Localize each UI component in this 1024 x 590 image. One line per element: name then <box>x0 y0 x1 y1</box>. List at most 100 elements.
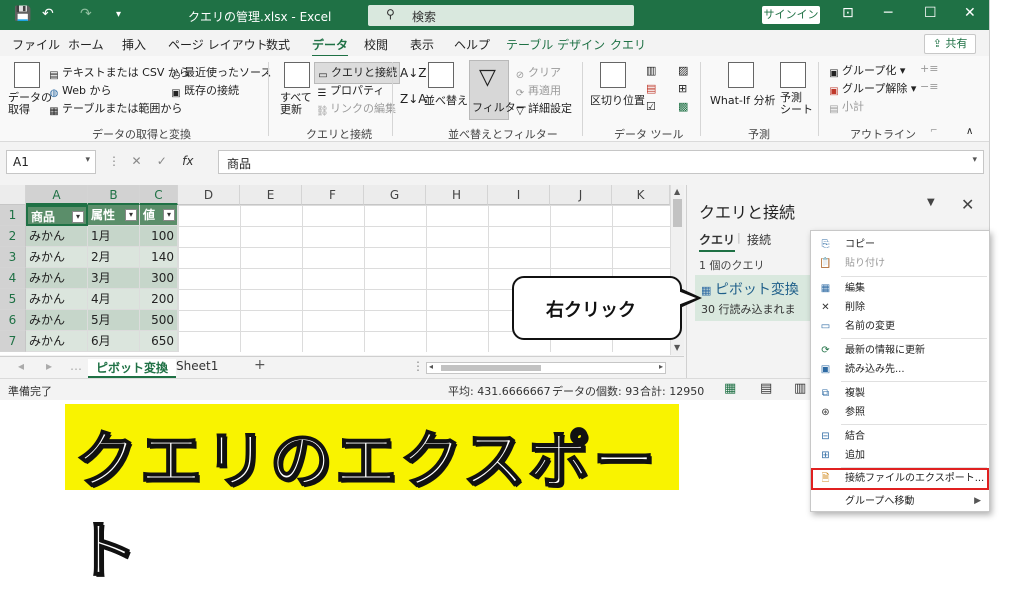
tab-formulas[interactable]: 数式 <box>266 36 290 53</box>
web-button[interactable]: ◍ Web から <box>48 82 112 100</box>
edit-links-button[interactable]: ⛓リンクの編集 <box>316 100 396 118</box>
scroll-right-icon[interactable]: ▸ <box>659 362 663 371</box>
tab-view[interactable]: 表示 <box>410 36 434 53</box>
tab-review[interactable]: 校閲 <box>364 36 388 53</box>
table-header-cell[interactable]: 商品 ▾ <box>26 205 88 226</box>
filter-button[interactable]: ▽ フィルター <box>469 60 527 120</box>
close-icon[interactable]: ✕ <box>964 5 976 21</box>
sort-desc-icon[interactable]: Z↓A <box>400 92 426 106</box>
menu-item-export-connection[interactable]: 🗎 接続ファイルのエクスポート... <box>811 468 989 490</box>
data-model-icon[interactable]: ▩ <box>678 100 688 113</box>
get-data-icon[interactable] <box>14 62 40 88</box>
menu-item-append[interactable]: ⊞ 追加 <box>811 446 989 465</box>
column-header[interactable]: C <box>140 185 178 205</box>
menu-item-rename[interactable]: ▭ 名前の変更 <box>811 317 989 336</box>
filter-dropdown-icon[interactable]: ▾ <box>125 209 137 221</box>
tab-insert[interactable]: 挿入 <box>122 36 146 53</box>
status-count[interactable]: データの個数: 93 <box>552 383 639 399</box>
expand-formula-icon[interactable]: ▾ <box>972 155 977 165</box>
scroll-up-icon[interactable]: ▲ <box>674 187 680 196</box>
menu-item-copy[interactable]: ⎘ コピー <box>811 235 989 254</box>
status-average[interactable]: 平均: 431.6666667 <box>448 383 551 399</box>
whatif-icon[interactable] <box>728 62 754 88</box>
table-cell[interactable]: 1月 <box>88 226 140 247</box>
menu-item-paste[interactable]: 📋 貼り付け <box>811 254 989 273</box>
menu-item-edit[interactable]: ▦ 編集 <box>811 279 989 298</box>
relationships-icon[interactable]: ⊞ <box>678 82 687 95</box>
data-validation-icon[interactable]: ☑ <box>646 100 656 113</box>
pane-tab-queries[interactable]: クエリ <box>699 231 736 252</box>
name-box[interactable]: A1 ▾ <box>6 150 96 174</box>
table-cell[interactable]: 4月 <box>88 289 140 310</box>
collapse-ribbon-icon[interactable]: ∧ <box>966 126 973 137</box>
scroll-left-icon[interactable]: ◂ <box>429 362 433 371</box>
table-cell[interactable]: 100 <box>140 226 178 247</box>
status-sum[interactable]: 合計: 12950 <box>640 383 704 399</box>
consolidate-icon[interactable]: ▨ <box>678 64 688 77</box>
get-data-button[interactable]: データの 取得 <box>8 92 52 116</box>
chevron-down-icon[interactable]: ▾ <box>85 155 90 165</box>
select-all-corner[interactable] <box>0 185 26 205</box>
signin-button[interactable]: サインイン <box>762 6 820 24</box>
hide-detail-icon[interactable]: −≡ <box>920 80 938 93</box>
enter-icon[interactable]: ✓ <box>157 154 167 168</box>
existing-connections-button[interactable]: ▣ 既存の接続 <box>170 82 239 100</box>
ungroup-button[interactable]: ▣ グループ解除 ▾ <box>828 80 916 98</box>
ribbon-display-icon[interactable]: ⊡ <box>842 5 854 21</box>
text-csv-button[interactable]: ▤ テキストまたは CSV から <box>48 64 190 82</box>
column-header[interactable]: H <box>426 185 488 205</box>
menu-item-delete[interactable]: ✕ 削除 <box>811 298 989 317</box>
horizontal-scrollbar[interactable]: ◂ ▸ <box>426 362 666 374</box>
table-cell[interactable]: 300 <box>140 268 178 289</box>
row-header[interactable]: 1 <box>0 205 26 226</box>
page-layout-view-icon[interactable]: ▤ <box>760 381 772 396</box>
tab-query[interactable]: クエリ <box>610 36 646 53</box>
row-header[interactable]: 2 <box>0 226 26 247</box>
table-cell[interactable]: 200 <box>140 289 178 310</box>
next-sheet-icon[interactable]: ▸ <box>46 359 52 373</box>
table-cell[interactable]: みかん <box>26 289 88 310</box>
undo-icon[interactable]: ↶ <box>42 6 54 22</box>
sort-button[interactable]: 並べ替え <box>424 92 468 108</box>
table-cell[interactable]: 3月 <box>88 268 140 289</box>
row-header[interactable]: 4 <box>0 268 26 289</box>
text-to-columns-icon[interactable] <box>600 62 626 88</box>
menu-item-merge[interactable]: ⊟ 結合 <box>811 427 989 446</box>
pane-close-icon[interactable]: ✕ <box>961 195 974 214</box>
flash-fill-icon[interactable]: ▥ <box>646 64 656 77</box>
tab-table-design[interactable]: テーブル デザイン <box>506 36 605 53</box>
formula-input[interactable]: 商品 ▾ <box>218 150 984 174</box>
add-sheet-button[interactable]: + <box>254 357 266 373</box>
column-header[interactable]: D <box>178 185 240 205</box>
clear-button[interactable]: ⊘ クリア <box>514 64 561 82</box>
table-cell[interactable]: 5月 <box>88 310 140 331</box>
menu-item-reference[interactable]: ⊛ 参照 <box>811 403 989 422</box>
scroll-down-icon[interactable]: ▼ <box>674 343 680 352</box>
forecast-icon[interactable] <box>780 62 806 88</box>
scroll-thumb[interactable] <box>673 199 682 227</box>
column-header[interactable]: E <box>240 185 302 205</box>
filter-dropdown-icon[interactable]: ▾ <box>163 209 175 221</box>
column-header[interactable]: G <box>364 185 426 205</box>
share-button[interactable]: ⇪ 共有 <box>924 34 976 54</box>
column-header[interactable]: B <box>88 185 140 205</box>
save-icon[interactable]: 💾 <box>14 6 31 22</box>
refresh-all-icon[interactable] <box>284 62 310 88</box>
subtotal-button[interactable]: ▤ 小計 <box>828 98 864 116</box>
properties-button[interactable]: ☰ プロパティ <box>316 82 385 100</box>
table-cell[interactable]: みかん <box>26 310 88 331</box>
pane-tab-connections[interactable]: 接続 <box>747 231 771 248</box>
tab-data[interactable]: データ <box>312 36 349 57</box>
row-header[interactable]: 3 <box>0 247 26 268</box>
insert-function-icon[interactable]: fx <box>182 154 193 168</box>
reapply-button[interactable]: ⟳ 再適用 <box>514 82 561 100</box>
tab-split-handle[interactable]: ⋮ <box>412 359 424 373</box>
prev-sheet-icon[interactable]: ◂ <box>18 359 24 373</box>
recent-sources-button[interactable]: ◷ 最近使ったソース <box>170 64 272 82</box>
column-header[interactable]: J <box>550 185 612 205</box>
menu-item-duplicate[interactable]: ⧉ 複製 <box>811 384 989 403</box>
normal-view-icon[interactable]: ▦ <box>724 381 736 396</box>
tab-page-layout[interactable]: ページ レイアウト <box>168 36 268 53</box>
sheet-tab-sheet1[interactable]: Sheet1 <box>176 359 218 373</box>
sort-icon[interactable] <box>428 62 454 88</box>
